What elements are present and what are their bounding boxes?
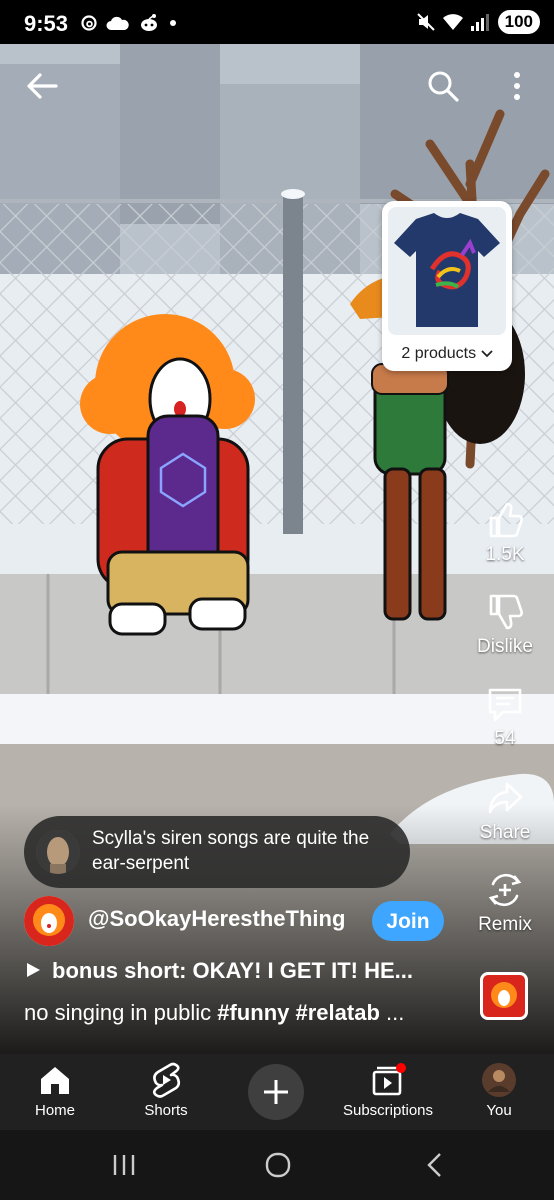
video-title[interactable]: bonus short: OKAY! I GET IT! HE... bbox=[24, 958, 454, 984]
play-icon bbox=[27, 963, 40, 977]
mute-icon bbox=[416, 13, 435, 31]
wifi-icon bbox=[442, 14, 463, 30]
status-time: 9:53 bbox=[24, 11, 69, 36]
home-icon bbox=[41, 1067, 69, 1094]
threads-icon bbox=[81, 15, 97, 31]
status-bar: 9:53 100 bbox=[0, 0, 554, 44]
back-chevron-icon bbox=[427, 1153, 441, 1177]
channel-avatar[interactable] bbox=[24, 896, 74, 946]
nav-subscriptions[interactable]: Subscriptions bbox=[333, 1062, 443, 1119]
back-arrow-icon bbox=[27, 73, 58, 99]
nav-shorts-label: Shorts bbox=[144, 1102, 188, 1119]
nav-home-label: Home bbox=[34, 1102, 75, 1119]
nav-subscriptions-label: Subscriptions bbox=[342, 1102, 434, 1119]
video-description[interactable]: no singing in public #funny #relatab ... bbox=[24, 1000, 454, 1026]
nav-you[interactable]: You bbox=[444, 1062, 554, 1119]
thumbs-down-icon bbox=[489, 594, 523, 630]
comments-button[interactable]: 54 bbox=[468, 684, 542, 750]
nav-shorts[interactable]: Shorts bbox=[111, 1062, 221, 1119]
product-thumbnail bbox=[388, 207, 506, 335]
comments-count: 54 bbox=[494, 728, 516, 749]
subscriptions-icon bbox=[372, 1063, 406, 1096]
search-icon bbox=[428, 71, 459, 102]
back-system-button[interactable] bbox=[414, 1148, 454, 1182]
bottom-navigation: Home Shorts Subscriptions You bbox=[0, 1054, 554, 1130]
search-button[interactable] bbox=[421, 64, 465, 108]
nav-you-label: You bbox=[486, 1102, 512, 1119]
share-button[interactable]: Share bbox=[468, 778, 542, 844]
join-button[interactable]: Join bbox=[372, 901, 444, 941]
hashtag-funny[interactable]: #funny bbox=[217, 1000, 289, 1025]
share-label: Share bbox=[479, 822, 531, 843]
dislike-button[interactable]: Dislike bbox=[468, 592, 542, 658]
video-player[interactable]: 2 products 1.5K Dislike 54 Share Remix S… bbox=[0, 44, 554, 1054]
channel-name[interactable]: @SoOkayHerestheThing bbox=[88, 906, 345, 932]
product-count-label: 2 products bbox=[382, 345, 512, 363]
commenter-avatar-image bbox=[36, 830, 80, 874]
description-text: no singing in public bbox=[24, 1000, 218, 1025]
channel-avatar-image bbox=[24, 896, 74, 946]
back-button[interactable] bbox=[20, 64, 64, 108]
battery-indicator: 100 bbox=[497, 10, 540, 34]
shorts-icon bbox=[152, 1062, 181, 1098]
top-comment-preview[interactable]: Scylla's siren songs are quite the ear-s… bbox=[24, 816, 410, 888]
cloud-icon bbox=[106, 16, 129, 30]
more-vert-icon bbox=[514, 72, 520, 100]
remix-button[interactable]: Remix bbox=[468, 870, 542, 936]
dislike-label: Dislike bbox=[477, 636, 533, 657]
product-card[interactable]: 2 products bbox=[382, 201, 512, 371]
remix-icon bbox=[488, 873, 522, 907]
reddit-icon bbox=[141, 14, 157, 31]
more-options-button[interactable] bbox=[495, 64, 539, 108]
product-count-text: 2 products bbox=[401, 345, 477, 362]
home-circle-icon bbox=[265, 1152, 291, 1178]
recents-icon bbox=[113, 1155, 135, 1175]
nav-create-button[interactable] bbox=[248, 1064, 304, 1120]
plus-icon bbox=[264, 1080, 288, 1104]
chevron-down-icon bbox=[480, 350, 493, 358]
recents-button[interactable] bbox=[104, 1148, 144, 1182]
share-arrow-icon bbox=[488, 782, 523, 814]
like-count: 1.5K bbox=[485, 544, 525, 565]
comment-text: Scylla's siren songs are quite the ear-s… bbox=[92, 828, 370, 874]
status-right-icons: 100 bbox=[416, 9, 540, 35]
sound-thumbnail-image bbox=[483, 975, 525, 1017]
home-system-button[interactable] bbox=[258, 1148, 298, 1182]
like-button[interactable]: 1.5K bbox=[468, 500, 542, 566]
screen: 9:53 100 2 products 1.5K Dislike 54 Shar… bbox=[0, 0, 554, 1200]
avatar bbox=[482, 1063, 516, 1097]
tshirt-image bbox=[394, 213, 500, 327]
status-left-icons bbox=[80, 13, 178, 33]
sound-remix-thumbnail[interactable] bbox=[480, 972, 528, 1020]
nav-home[interactable]: Home bbox=[0, 1062, 110, 1119]
thumbs-up-icon bbox=[489, 502, 523, 538]
signal-icon bbox=[470, 14, 489, 31]
remix-label: Remix bbox=[478, 914, 532, 935]
video-title-text: bonus short: OKAY! I GET IT! HE... bbox=[52, 958, 413, 983]
system-navigation-bar bbox=[0, 1130, 554, 1200]
description-ellipsis: ... bbox=[379, 1000, 405, 1025]
comment-icon bbox=[488, 688, 522, 722]
notification-dot bbox=[396, 1063, 406, 1073]
hashtag-relatab[interactable]: #relatab bbox=[296, 1000, 380, 1025]
dot-icon bbox=[170, 20, 176, 26]
commenter-avatar bbox=[36, 830, 80, 874]
